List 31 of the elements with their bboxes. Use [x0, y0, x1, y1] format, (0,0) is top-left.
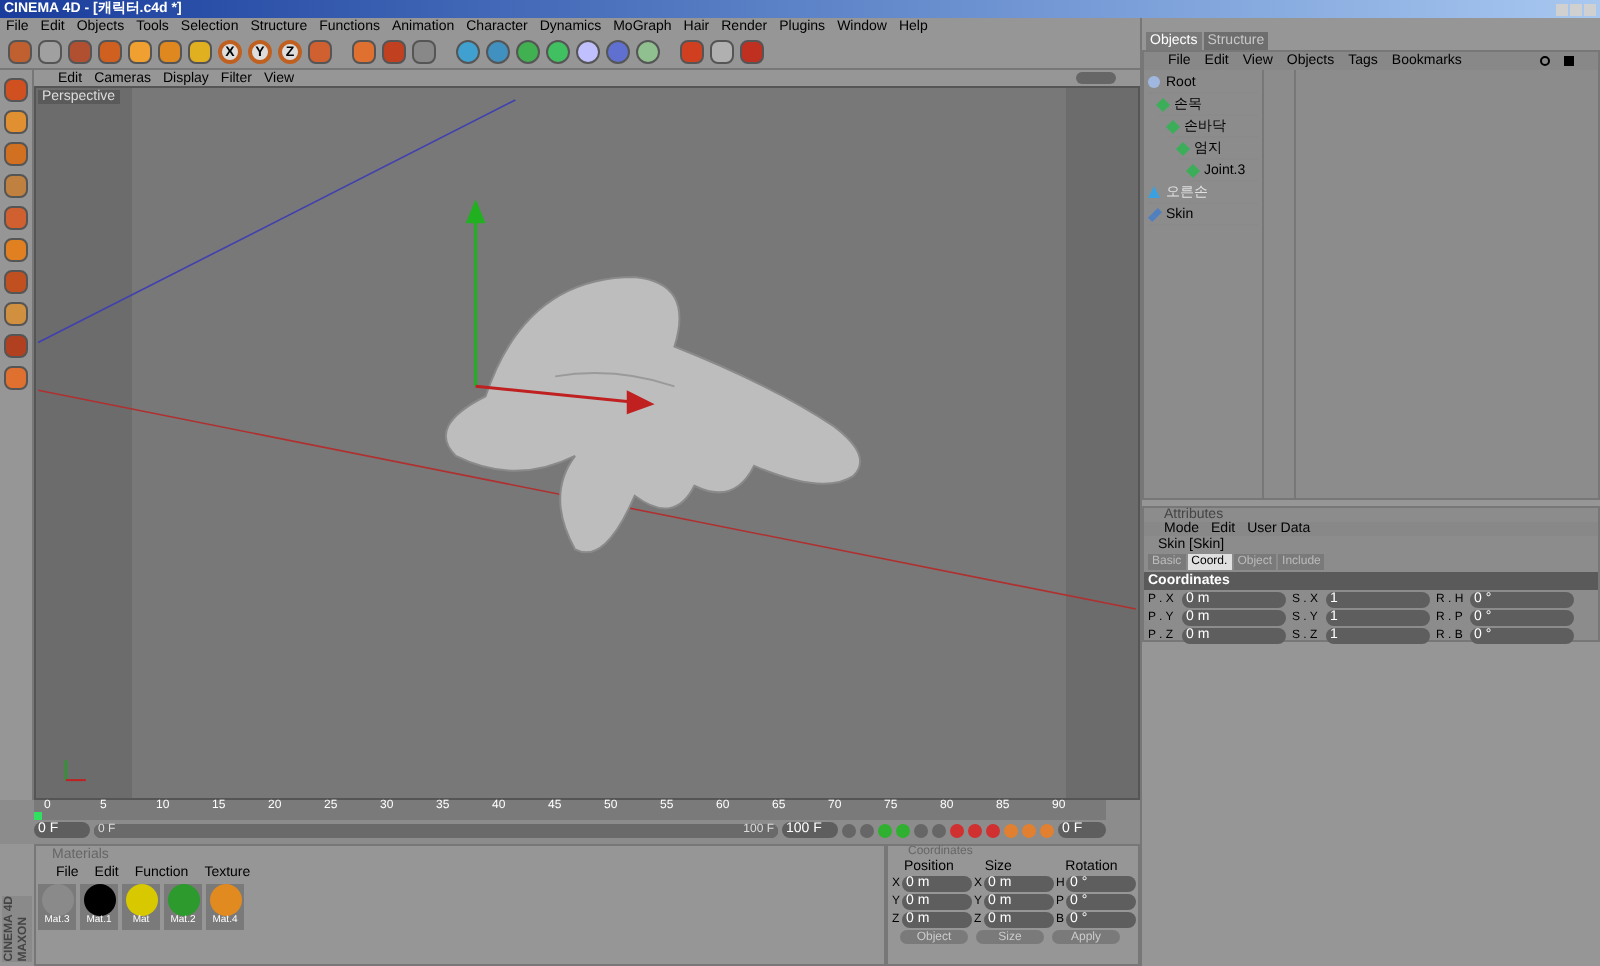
- tool-icon[interactable]: [158, 40, 182, 64]
- mode-icon[interactable]: [4, 78, 28, 102]
- object-tool-icon[interactable]: [546, 40, 570, 64]
- axis-indicator-icon: [64, 759, 87, 782]
- mode-icon[interactable]: [4, 302, 28, 326]
- render-icon[interactable]: [382, 40, 406, 64]
- triangle-icon: [1148, 186, 1160, 198]
- mode-icon[interactable]: [4, 270, 28, 294]
- skin-icon: [1147, 206, 1163, 222]
- render-icon[interactable]: [352, 40, 376, 64]
- mode-icon[interactable]: [4, 366, 28, 390]
- object-tool-icon[interactable]: [456, 40, 480, 64]
- tool-icon[interactable]: [98, 40, 122, 64]
- object-tool-icon[interactable]: [606, 40, 630, 64]
- mode-icon[interactable]: [4, 142, 28, 166]
- object-tool-icon[interactable]: [486, 40, 510, 64]
- object-tool-icon[interactable]: [636, 40, 660, 64]
- object-tool-icon[interactable]: [516, 40, 540, 64]
- mode-icon[interactable]: [4, 334, 28, 358]
- mode-icon[interactable]: [4, 110, 28, 134]
- search-icon[interactable]: [1540, 56, 1550, 66]
- mode-icon[interactable]: [4, 206, 28, 230]
- mode-icon[interactable]: [4, 174, 28, 198]
- object-tool-icon[interactable]: [576, 40, 600, 64]
- viewport-control-icon[interactable]: [1076, 72, 1116, 84]
- mode-icon[interactable]: [4, 238, 28, 262]
- tool-icon[interactable]: [128, 40, 152, 64]
- time-marker[interactable]: [34, 812, 42, 820]
- render-icon[interactable]: [412, 40, 436, 64]
- tool-icon[interactable]: [188, 40, 212, 64]
- null-object-icon: [1148, 76, 1160, 88]
